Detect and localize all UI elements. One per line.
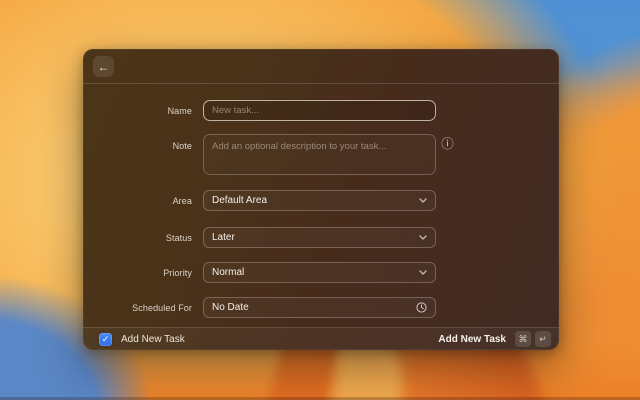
desktop: ← Name Note ⓘ Area Default Area <box>0 0 640 400</box>
area-label: Area <box>172 195 192 206</box>
area-select-value: Default Area <box>212 195 268 206</box>
status-select[interactable]: Later <box>203 227 436 248</box>
priority-select[interactable]: Normal <box>203 262 436 283</box>
status-select-value: Later <box>212 232 235 243</box>
note-row: Note ⓘ <box>83 134 559 175</box>
checkbox-label: Add New Task <box>121 333 185 345</box>
scheduled-value: No Date <box>212 302 249 313</box>
add-new-task-checkbox[interactable]: ✓ <box>99 332 112 346</box>
note-label: Note <box>172 141 192 151</box>
priority-row: Priority Normal <box>83 262 559 283</box>
dialog-footer: ✓ Add New Task Add New Task ⌘ ↵ <box>83 327 559 350</box>
return-key-icon: ↵ <box>535 331 551 347</box>
area-select[interactable]: Default Area <box>203 190 436 211</box>
status-row: Status Later <box>83 227 559 248</box>
chevron-down-icon <box>419 198 427 203</box>
checkmark-icon: ✓ <box>101 333 110 344</box>
add-new-task-button[interactable]: Add New Task <box>438 334 506 345</box>
chevron-down-icon <box>419 270 427 275</box>
chevron-down-icon <box>419 235 427 240</box>
dialog-header: ← <box>83 49 559 84</box>
info-icon: ⓘ <box>441 137 454 151</box>
name-input[interactable] <box>203 100 436 121</box>
return-glyph: ↵ <box>539 333 547 344</box>
add-task-dialog-window: ← Name Note ⓘ Area Default Area <box>83 49 559 350</box>
note-textarea[interactable] <box>203 134 436 175</box>
back-arrow-icon: ← <box>97 59 110 74</box>
priority-label: Priority <box>163 267 192 278</box>
scheduled-date-picker[interactable]: No Date <box>203 297 436 318</box>
scheduled-label: Scheduled For <box>132 302 192 313</box>
command-key-icon: ⌘ <box>515 331 531 347</box>
clock-icon <box>416 302 427 313</box>
area-row: Area Default Area <box>83 190 559 211</box>
scheduled-row: Scheduled For No Date <box>83 297 559 318</box>
command-glyph: ⌘ <box>518 333 528 344</box>
priority-select-value: Normal <box>212 267 245 278</box>
name-row: Name <box>83 100 559 121</box>
name-label: Name <box>167 105 192 116</box>
status-label: Status <box>165 232 192 243</box>
back-button[interactable]: ← <box>93 56 114 77</box>
